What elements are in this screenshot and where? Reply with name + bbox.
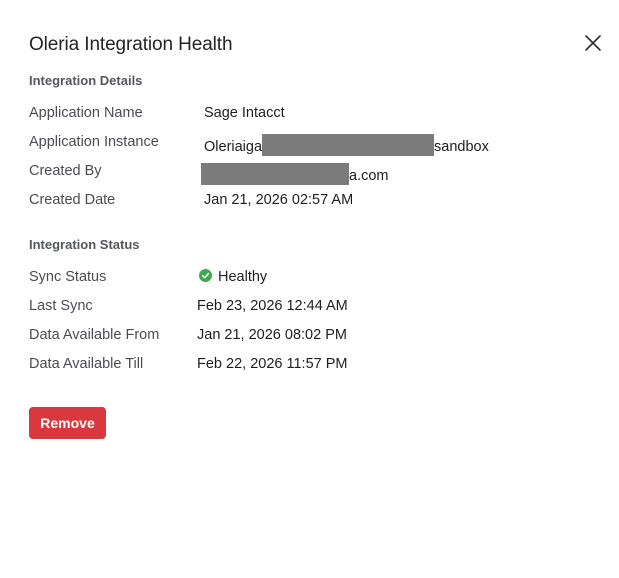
sync-status-row: Sync Status Healthy [29, 269, 589, 289]
created-date-label: Created Date [29, 192, 116, 208]
application-name-label: Application Name [29, 105, 143, 121]
application-name-row: Application Name Sage Intacct [29, 105, 589, 125]
available-till-row: Data Available Till Feb 22, 2026 11:57 P… [29, 356, 589, 376]
sync-status-value: Healthy [199, 269, 267, 285]
integration-status-heading: Integration Status [29, 237, 140, 252]
integration-health-modal: Oleria Integration Health Integration De… [0, 0, 619, 578]
last-sync-label: Last Sync [29, 298, 93, 314]
created-by-row: Created By a.com [29, 163, 589, 185]
remove-button[interactable]: Remove [29, 407, 106, 439]
available-from-row: Data Available From Jan 21, 2026 08:02 P… [29, 327, 589, 347]
application-instance-row: Application Instance Oleriaiga sandbox [29, 134, 589, 156]
created-date-value: Jan 21, 2026 02:57 AM [204, 192, 354, 208]
check-circle-icon [199, 269, 212, 282]
application-instance-value: Oleriaiga sandbox [204, 134, 489, 156]
application-name-value: Sage Intacct [204, 105, 285, 121]
available-till-label: Data Available Till [29, 356, 144, 372]
modal-title: Oleria Integration Health [29, 34, 233, 55]
redaction-bar [262, 134, 435, 156]
redaction-bar [201, 163, 349, 185]
sync-status-text: Healthy [218, 269, 268, 285]
close-icon[interactable] [582, 32, 604, 54]
created-date-row: Created Date Jan 21, 2026 02:57 AM [29, 192, 589, 212]
created-by-label: Created By [29, 163, 102, 179]
integration-details-heading: Integration Details [29, 73, 143, 88]
available-till-value: Feb 22, 2026 11:57 PM [197, 356, 348, 372]
application-instance-label: Application Instance [29, 134, 159, 150]
sync-status-label: Sync Status [29, 269, 107, 285]
created-by-value: a.com [201, 163, 389, 185]
last-sync-value: Feb 23, 2026 12:44 AM [197, 298, 348, 314]
last-sync-row: Last Sync Feb 23, 2026 12:44 AM [29, 298, 589, 318]
application-instance-suffix: sandbox [434, 139, 489, 155]
created-by-suffix: a.com [349, 168, 389, 184]
available-from-label: Data Available From [29, 327, 160, 343]
application-instance-prefix: Oleriaiga [204, 139, 263, 155]
available-from-value: Jan 21, 2026 08:02 PM [197, 327, 347, 343]
